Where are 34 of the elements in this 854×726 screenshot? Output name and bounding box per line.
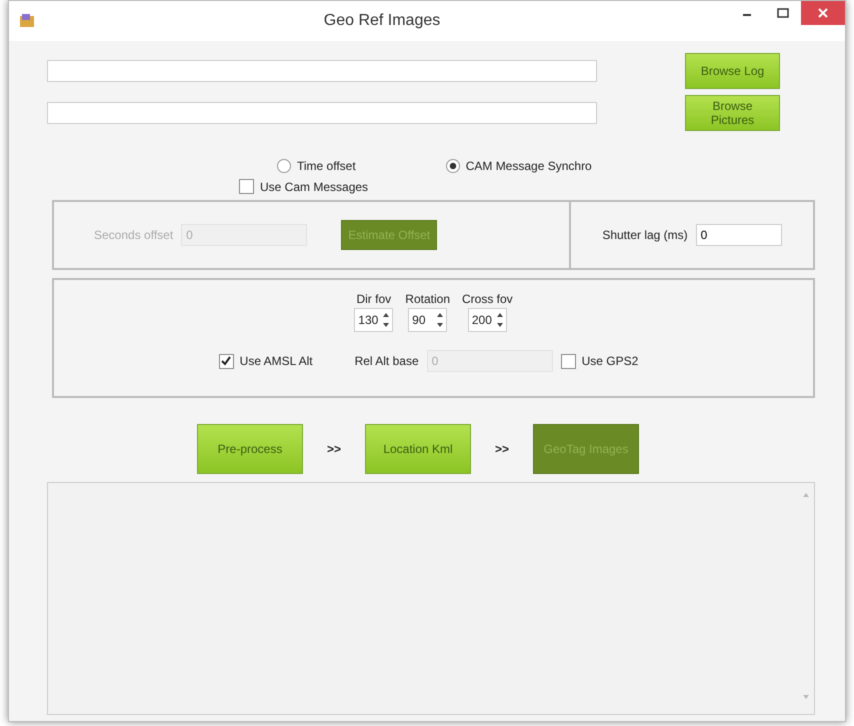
checkbox[interactable] bbox=[218, 354, 234, 368]
spinner-label: Cross fov bbox=[462, 292, 513, 306]
number-spinner[interactable]: 130 bbox=[354, 308, 394, 332]
step-button[interactable]: Pre-process bbox=[197, 424, 303, 474]
close-icon bbox=[818, 8, 828, 18]
radio-label: Time offset bbox=[297, 159, 356, 173]
shutter-lag-field[interactable]: 0 bbox=[696, 224, 782, 246]
maximize-icon bbox=[777, 8, 789, 18]
checkbox[interactable] bbox=[560, 354, 576, 368]
browse-button[interactable]: Browse Log bbox=[685, 53, 780, 89]
number-spinner[interactable]: 200 bbox=[468, 308, 507, 332]
browse-button[interactable]: Browse Pictures bbox=[685, 95, 780, 131]
checkbox-label: Use AMSL Alt bbox=[240, 354, 313, 368]
radio-button[interactable] bbox=[446, 159, 460, 173]
radio-option[interactable]: Time offset bbox=[277, 159, 356, 173]
window-title: Geo Ref Images bbox=[322, 12, 442, 30]
path-field[interactable] bbox=[47, 60, 597, 82]
checkbox-label: Use GPS2 bbox=[582, 354, 638, 368]
rel-alt-label: Rel Alt base bbox=[354, 354, 419, 368]
checkbox[interactable] bbox=[239, 179, 254, 194]
shutter-lag-label: Shutter lag (ms) bbox=[602, 228, 688, 242]
step-arrow: >> bbox=[326, 442, 342, 456]
step-button[interactable]: Location Kml bbox=[365, 424, 471, 474]
checkbox-label: Use Cam Messages bbox=[260, 180, 368, 194]
path-field[interactable] bbox=[47, 102, 597, 124]
seconds-offset-label: Seconds offset bbox=[94, 228, 174, 242]
check-icon bbox=[220, 355, 232, 367]
app-icon bbox=[19, 13, 35, 29]
number-spinner[interactable]: 90 bbox=[408, 308, 448, 332]
step-arrow: >> bbox=[494, 442, 510, 456]
radio-button[interactable] bbox=[277, 159, 291, 173]
spinner-label: Rotation bbox=[405, 292, 450, 306]
spinner-label: Dir fov bbox=[356, 292, 392, 306]
close-button[interactable] bbox=[801, 1, 845, 25]
